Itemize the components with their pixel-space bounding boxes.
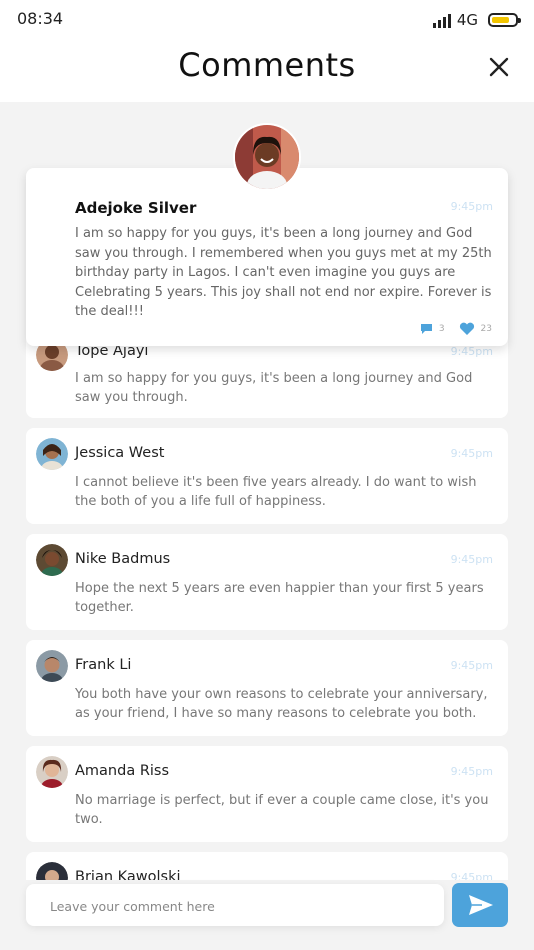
- header: Comments: [0, 40, 534, 102]
- avatar: [36, 544, 68, 576]
- comment-time: 9:45pm: [450, 659, 493, 672]
- comment-count: 3: [438, 324, 445, 334]
- avatar: [36, 438, 68, 470]
- signal-icon: [432, 12, 451, 28]
- commenter-name: Amanda Riss: [75, 763, 170, 779]
- heart-icon[interactable]: [459, 322, 475, 336]
- status-bar: 08:34 4G: [0, 0, 534, 40]
- comment-text: I am so happy for you guys, it's been a …: [75, 371, 473, 405]
- featured-commenter-name: Adejoke Silver: [75, 199, 197, 217]
- comment-card[interactable]: Tope Ajayi 9:45pm I am so happy for you …: [26, 334, 508, 418]
- comment-card[interactable]: Frank Li 9:45pm You both have your own r…: [26, 640, 508, 736]
- comment-time: 9:45pm: [450, 765, 493, 778]
- battery-icon: [488, 13, 521, 27]
- commenter-name: Nike Badmus: [75, 551, 171, 567]
- status-time: 08:34: [17, 9, 64, 28]
- comment-card[interactable]: Nike Badmus 9:45pm Hope the next 5 years…: [26, 534, 508, 630]
- comment-text: I cannot believe it's been five years al…: [75, 475, 477, 509]
- avatar: [36, 756, 68, 788]
- close-icon: [489, 57, 509, 77]
- commenter-name: Jessica West: [75, 445, 165, 461]
- comment-text: You both have your own reasons to celebr…: [75, 687, 488, 721]
- like-count: 23: [480, 324, 492, 334]
- comment-composer: [26, 884, 444, 928]
- featured-stats: 3 23: [420, 322, 492, 336]
- featured-avatar: [233, 123, 301, 191]
- featured-comment-text: I am so happy for you guys, it's been a …: [75, 226, 492, 319]
- comment-time: 9:45pm: [450, 345, 493, 358]
- comment-text: No marriage is perfect, but if ever a co…: [75, 793, 489, 827]
- close-button[interactable]: [488, 56, 510, 78]
- network-type: 4G: [456, 11, 478, 29]
- page-title: Comments: [178, 46, 356, 84]
- comment-card[interactable]: Amanda Riss 9:45pm No marriage is perfec…: [26, 746, 508, 842]
- commenter-name: Frank Li: [75, 657, 132, 673]
- status-indicators: 4G: [432, 11, 521, 29]
- comment-icon[interactable]: [420, 323, 433, 335]
- comment-input[interactable]: [48, 884, 432, 928]
- battery-level: [492, 17, 509, 23]
- avatar: [36, 650, 68, 682]
- comment-text: Hope the next 5 years are even happier t…: [75, 581, 484, 615]
- featured-comment[interactable]: Adejoke Silver 9:45pm I am so happy for …: [26, 168, 508, 346]
- comment-card[interactable]: Jessica West 9:45pm I cannot believe it'…: [26, 428, 508, 524]
- featured-comment-time: 9:45pm: [450, 200, 493, 213]
- send-icon: [469, 895, 493, 915]
- send-button[interactable]: [452, 883, 508, 927]
- comment-time: 9:45pm: [450, 447, 493, 460]
- comment-time: 9:45pm: [450, 553, 493, 566]
